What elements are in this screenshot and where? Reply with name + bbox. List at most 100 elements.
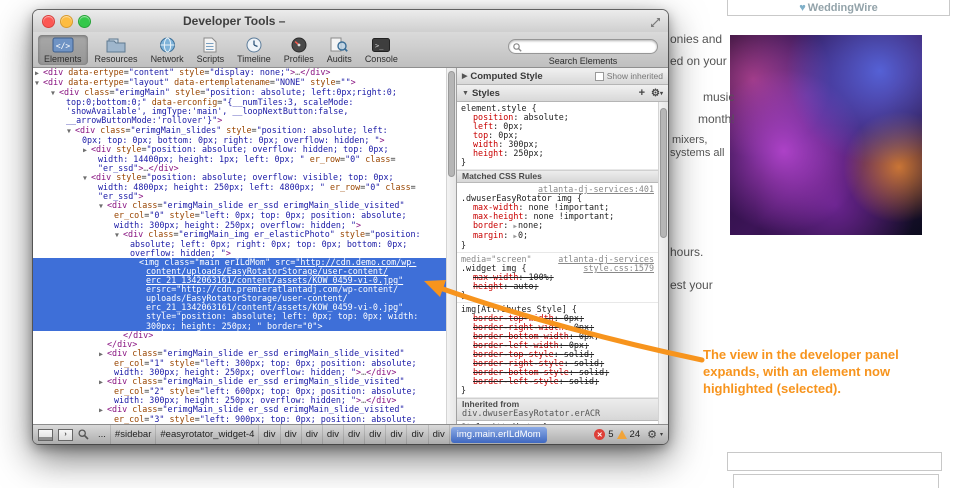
dom-node[interactable]: ▶<div class="erimgMain_slide er_ssd erim… [33, 405, 446, 424]
dom-node[interactable]: ▶<div class="erimgMain_slide er_ssd erim… [33, 377, 446, 405]
dom-node[interactable]: </div> [33, 331, 446, 340]
dom-token: "erimgMain_slide er_ssd erimgMain_slide_… [162, 348, 404, 358]
dom-token: class [127, 200, 157, 210]
inspect-element-icon[interactable] [78, 429, 89, 440]
dom-node[interactable]: ▶<div class="erimgMain_slide er_ssd erim… [33, 349, 446, 377]
scrollbar-thumb[interactable] [448, 71, 455, 177]
dom-token: = [390, 154, 395, 164]
toolbar-item-scripts[interactable]: Scripts [191, 35, 231, 65]
collapse-arrow-icon[interactable]: ▼ [51, 89, 59, 98]
fullscreen-icon[interactable] [650, 15, 661, 33]
dom-node[interactable]: ▼<div class="erimgMain_slides" style="po… [33, 126, 446, 145]
dom-node[interactable]: ▼<div class="erimgMain_slide er_ssd erim… [33, 201, 446, 229]
collapse-arrow-icon[interactable]: ▼ [99, 202, 107, 211]
toolbar-item-resources[interactable]: Resources [89, 35, 144, 65]
profiles-icon [291, 37, 307, 53]
expand-arrow-icon[interactable]: ▶ [99, 350, 107, 359]
new-style-rule-button[interactable]: + [639, 87, 645, 99]
error-icon[interactable]: ✕ [594, 429, 605, 440]
dom-token: class [360, 154, 390, 164]
breadcrumb-item[interactable]: #sidebar [111, 425, 156, 444]
dom-token: "display: none;" [209, 68, 290, 77]
audits-icon [330, 37, 348, 53]
css-rule-close-brace: } [461, 386, 654, 395]
dom-token: data-ertemplatename [169, 77, 270, 87]
gear-icon[interactable]: ⚙ [651, 88, 660, 99]
expand-shorthand-icon[interactable]: ▶ [513, 233, 517, 240]
expand-arrow-icon[interactable]: ▶ [99, 378, 107, 387]
breadcrumb-item[interactable]: div [323, 425, 344, 444]
breadcrumb-item[interactable]: div [365, 425, 386, 444]
dom-token: "layout" [129, 77, 169, 87]
dom-token: <div [75, 125, 95, 135]
expand-shorthand-icon[interactable]: ▶ [513, 223, 517, 230]
zoom-icon[interactable] [78, 15, 91, 28]
error-count[interactable]: 5 [608, 429, 613, 440]
breadcrumb-item[interactable]: div [259, 425, 280, 444]
minimize-icon[interactable] [60, 15, 73, 28]
dom-token: er_row [305, 154, 340, 164]
toolbar-item-elements[interactable]: </>Elements [38, 35, 88, 65]
close-icon[interactable] [42, 15, 55, 28]
css-property[interactable]: border-left-style: solid; [461, 377, 654, 386]
dom-node[interactable]: ▶<div style="position: absolute; overflo… [33, 145, 446, 173]
inherited-node-link[interactable]: div.dwuserEasyRotator.erACR [462, 409, 600, 419]
toolbar-item-network[interactable]: Network [145, 35, 190, 65]
breadcrumb-item[interactable]: div [386, 425, 407, 444]
console-prompt-icon[interactable]: › [58, 429, 73, 441]
css-property[interactable]: margin: ▶0; [461, 231, 654, 241]
dom-panel: ▶<div data-ertype="content" style="displ… [33, 68, 457, 424]
breadcrumb-item[interactable]: div [302, 425, 323, 444]
breadcrumb-item[interactable]: #easyrotator_widget-4 [156, 425, 259, 444]
warning-count[interactable]: 24 [630, 429, 641, 440]
computed-style-header[interactable]: ▶ Computed Style Show inherited [457, 68, 668, 85]
window-titlebar[interactable]: Developer Tools – [33, 10, 668, 33]
dom-token: style [305, 77, 335, 87]
breadcrumb-item[interactable]: div [429, 425, 450, 444]
css-property[interactable]: height: 250px; [461, 149, 654, 158]
toolbar-item-profiles[interactable]: Profiles [278, 35, 320, 65]
collapse-arrow-icon[interactable]: ▼ [67, 127, 75, 136]
breadcrumb-item[interactable]: div [344, 425, 365, 444]
dom-node-selected[interactable]: <img class="main erILdMom" src="http://c… [33, 258, 446, 331]
expand-arrow-icon[interactable]: ▶ [35, 69, 43, 78]
breadcrumb-item[interactable]: div [281, 425, 302, 444]
toolbar-item-audits[interactable]: Audits [321, 35, 358, 65]
collapse-arrow-icon[interactable]: ▼ [83, 174, 91, 183]
breadcrumb-item[interactable]: div [407, 425, 428, 444]
collapse-arrow-icon[interactable]: ▼ [115, 231, 123, 240]
dom-token: <div [123, 229, 143, 239]
show-inherited-checkbox[interactable] [595, 72, 604, 81]
dom-node[interactable]: ▼<div class="erimgMain" style="position:… [33, 88, 446, 125]
toolbar-item-label: Scripts [197, 54, 225, 64]
devtools-content: ▶<div data-ertype="content" style="displ… [33, 68, 668, 424]
expand-arrow-icon[interactable]: ▶ [83, 146, 91, 155]
page-placeholder-box [733, 474, 939, 488]
scripts-icon [203, 37, 217, 53]
breadcrumb-item-selected[interactable]: img.main.erILdMom [451, 427, 547, 443]
weddingwire-badge[interactable]: ♥ WeddingWire [727, 0, 950, 16]
expand-arrow-icon[interactable]: ▶ [99, 406, 107, 415]
annotation-text: The view in the developer panel expands,… [703, 346, 955, 397]
breadcrumb-item[interactable]: ... [94, 425, 111, 444]
warning-icon[interactable] [617, 430, 627, 439]
settings-gear-icon[interactable]: ⚙ [647, 428, 657, 441]
dom-node[interactable]: ▼<div style="position: absolute; overflo… [33, 173, 446, 201]
chevron-down-icon: ▼ [462, 90, 469, 97]
dom-token: > [351, 77, 356, 87]
dom-token: <div [59, 87, 79, 97]
css-rule: element.style {position: absolute;left: … [457, 102, 658, 170]
svg-text:</>: </> [56, 41, 71, 50]
statusbar-right: ✕ 5 24 ⚙ ▾ [594, 428, 663, 441]
console-toggle-icon[interactable] [38, 429, 53, 441]
scrollbar-thumb[interactable] [660, 108, 667, 238]
styles-header[interactable]: ▼ Styles + ⚙ ▾ [457, 85, 668, 102]
caret-down-icon: ▾ [660, 431, 663, 438]
toolbar-item-console[interactable]: >_Console [359, 35, 404, 65]
dom-node[interactable]: ▼<div class="erimgMain_img er_elasticPho… [33, 230, 446, 258]
toolbar-item-timeline[interactable]: Timeline [231, 35, 277, 65]
console-icon: >_ [372, 37, 390, 53]
computed-style-label: Computed Style [470, 71, 542, 82]
search-input[interactable] [508, 39, 658, 54]
collapse-arrow-icon[interactable]: ▼ [35, 79, 43, 88]
